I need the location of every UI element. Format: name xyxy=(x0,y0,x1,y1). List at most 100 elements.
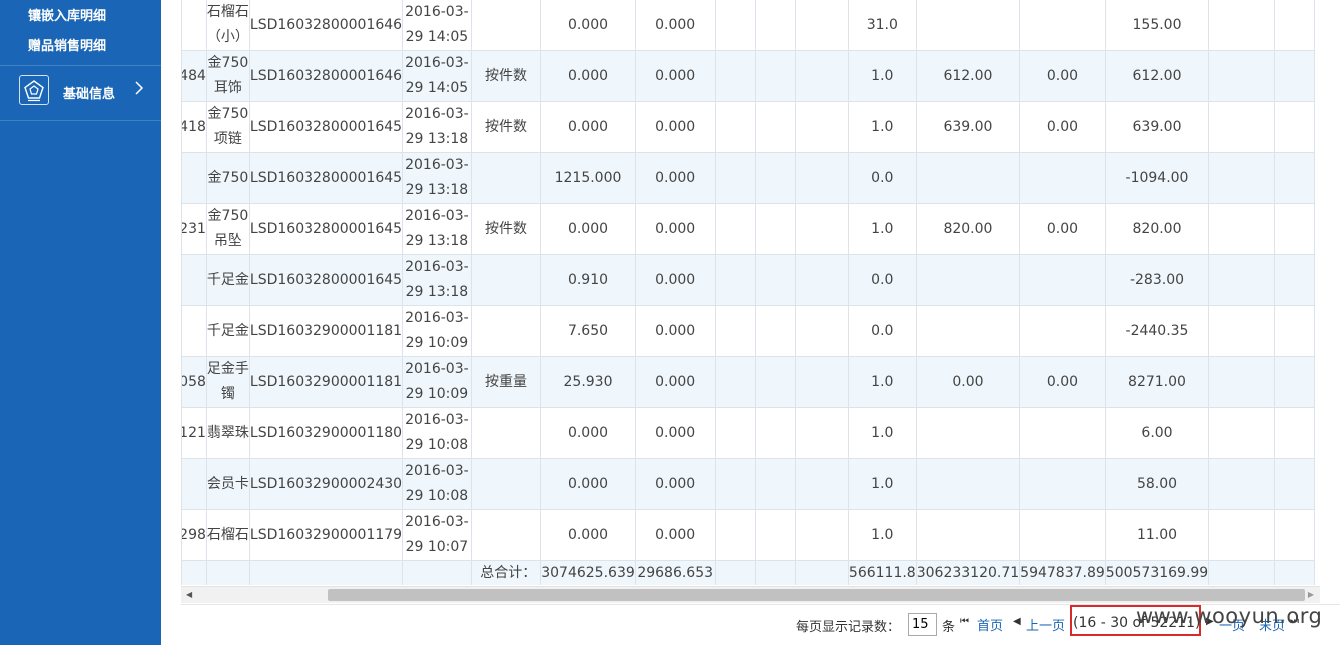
table-cell: 0.0 xyxy=(847,254,917,306)
table-cell: 298 xyxy=(182,509,207,561)
sidebar-item-gift-sales-detail[interactable]: 赠品销售明细 xyxy=(28,35,106,54)
table-row: 121 翡翠珠 LSD16032900001180 2016-03-29 10:08 0… xyxy=(182,407,1316,459)
table-cell xyxy=(915,407,1021,459)
table-cell: 5947837.89 xyxy=(1019,560,1106,585)
table-cell: 1215.000 xyxy=(540,152,636,204)
table-cell xyxy=(754,50,796,102)
table-cell xyxy=(1273,509,1316,561)
first-page-icon[interactable]: ⏮ xyxy=(960,616,969,627)
table-cell xyxy=(754,356,796,408)
table-cell xyxy=(794,407,849,459)
table-cell: 金750耳饰 xyxy=(205,50,250,102)
table-cell: 418 xyxy=(182,101,207,153)
table-cell: 612.00 xyxy=(1104,50,1210,102)
table-cell xyxy=(1019,0,1106,51)
table-cell: 0.000 xyxy=(540,458,636,510)
table-cell xyxy=(1273,560,1316,585)
sidebar-item-inlay-stock-detail[interactable]: 镶嵌入库明细 xyxy=(28,5,106,24)
table-cell: 金750吊坠 xyxy=(205,203,250,255)
table-cell: 639.00 xyxy=(915,101,1021,153)
sidebar-item-basic-info[interactable]: 基础信息 xyxy=(0,66,161,120)
table-row: 金750 LSD16032800001645 2016-03-29 13:18 121… xyxy=(182,152,1316,204)
table-cell xyxy=(794,305,849,357)
table-cell: -1094.00 xyxy=(1104,152,1210,204)
table-cell: 2016-03-29 13:18 xyxy=(402,152,472,204)
table-cell xyxy=(714,50,756,102)
table-cell xyxy=(470,305,542,357)
table-cell xyxy=(794,203,849,255)
table-cell xyxy=(1273,0,1316,51)
table-cell: 058 xyxy=(182,356,207,408)
table-cell xyxy=(470,152,542,204)
table-cell: LSD16032800001645 xyxy=(248,152,404,204)
table-cell xyxy=(1208,305,1275,357)
scroll-right-icon[interactable]: ▶ xyxy=(1308,590,1314,599)
table-cell: 58.00 xyxy=(1104,458,1210,510)
table-cell xyxy=(754,560,796,585)
table-cell: 翡翠珠 xyxy=(205,407,250,459)
scrollbar-thumb[interactable] xyxy=(328,589,1305,601)
table-cell: 0.00 xyxy=(915,356,1021,408)
table-cell: -2440.35 xyxy=(1104,305,1210,357)
table-cell: 0.00 xyxy=(1019,50,1106,102)
table-cell: 会员卡 xyxy=(205,458,250,510)
table-cell: LSD16032800001645 xyxy=(248,101,404,153)
horizontal-scrollbar[interactable]: ◀ ▶ xyxy=(181,586,1320,603)
table-cell xyxy=(470,509,542,561)
table-cell xyxy=(1019,152,1106,204)
table-cell: 0.000 xyxy=(634,509,716,561)
table-cell: 1.0 xyxy=(847,407,917,459)
table-cell xyxy=(182,0,207,51)
table-cell xyxy=(915,254,1021,306)
table-cell: 820.00 xyxy=(915,203,1021,255)
sidebar: 镶嵌入库明细 赠品销售明细 基础信息 xyxy=(0,0,161,645)
table-cell xyxy=(1273,305,1316,357)
table-cell: 0.0 xyxy=(847,152,917,204)
table-cell xyxy=(402,560,472,585)
table-cell: 306233120.71 xyxy=(915,560,1021,585)
table-cell: 0.000 xyxy=(634,152,716,204)
table-cell xyxy=(915,458,1021,510)
table-cell xyxy=(714,101,756,153)
table-row: 058 足金手镯 LSD16032900001181 2016-03-29 10:09… xyxy=(182,356,1316,408)
table-cell xyxy=(754,101,796,153)
table-cell: 8271.00 xyxy=(1104,356,1210,408)
table-cell: 2016-03-29 13:18 xyxy=(402,254,472,306)
page-size-input[interactable] xyxy=(908,613,937,636)
table-cell xyxy=(470,254,542,306)
table-cell: 足金手镯 xyxy=(205,356,250,408)
table-cell: 1.0 xyxy=(847,50,917,102)
scroll-left-icon[interactable]: ◀ xyxy=(186,590,192,599)
table-cell xyxy=(1208,203,1275,255)
table-cell: 0.000 xyxy=(634,407,716,459)
table-row: 231 金750吊坠 LSD16032800001645 2016-03-29 13:… xyxy=(182,203,1316,255)
sidebar-item-label: 基础信息 xyxy=(63,87,116,102)
table-cell: 639.00 xyxy=(1104,101,1210,153)
table-cell xyxy=(1273,407,1316,459)
table-cell: 1.0 xyxy=(847,101,917,153)
table-cell xyxy=(205,560,250,585)
table-cell: 0.000 xyxy=(634,458,716,510)
first-page-link[interactable]: 首页 xyxy=(977,615,1003,634)
table-row: 石榴石（小） LSD16032800001646 2016-03-29 14:05 0… xyxy=(182,0,1316,51)
table-cell: 金750项链 xyxy=(205,101,250,153)
table-cell xyxy=(794,560,849,585)
table-cell xyxy=(915,152,1021,204)
table-cell xyxy=(754,203,796,255)
prev-page-icon[interactable]: ◀ xyxy=(1013,616,1021,627)
table-cell xyxy=(182,560,207,585)
table-cell: -283.00 xyxy=(1104,254,1210,306)
table-cell xyxy=(1208,101,1275,153)
table-cell xyxy=(1208,509,1275,561)
prev-page-link[interactable]: 上一页 xyxy=(1026,615,1065,634)
table-cell xyxy=(1019,254,1106,306)
sidebar-divider xyxy=(0,120,161,121)
table-cell: 0.910 xyxy=(540,254,636,306)
table-cell xyxy=(794,101,849,153)
table-cell xyxy=(1273,203,1316,255)
table-cell: LSD16032900001181 xyxy=(248,356,404,408)
table-cell: 0.000 xyxy=(634,101,716,153)
table-cell: 千足金 xyxy=(205,254,250,306)
table-cell xyxy=(794,509,849,561)
table-cell xyxy=(754,458,796,510)
